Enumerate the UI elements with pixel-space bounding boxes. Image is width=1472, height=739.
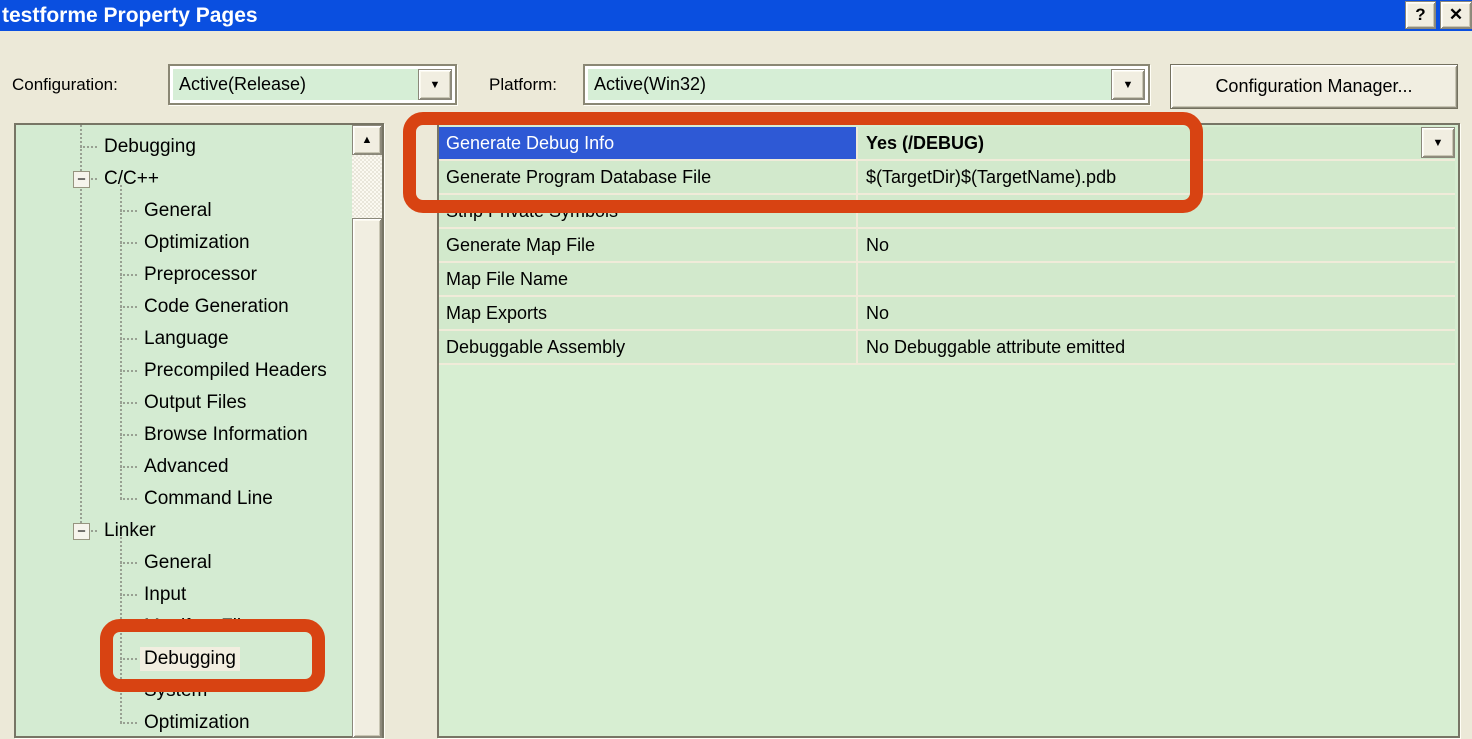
configuration-select[interactable]: Active(Release) ▼ <box>168 64 457 105</box>
tree-item-label: Manifest File <box>140 615 256 639</box>
configuration-label: Configuration: <box>12 64 118 105</box>
tree-item-label: Language <box>140 327 233 351</box>
collapse-icon[interactable]: − <box>73 523 90 540</box>
property-name[interactable]: Map File Name <box>439 263 858 295</box>
property-value[interactable] <box>858 263 1455 295</box>
tree-item-label: Precompiled Headers <box>140 359 331 383</box>
tree-item-label: Browse Information <box>140 423 312 447</box>
chevron-down-icon: ▼ <box>1123 79 1134 91</box>
property-value[interactable]: No <box>858 229 1455 261</box>
configuration-manager-button[interactable]: Configuration Manager... <box>1170 64 1458 109</box>
tree-item-precompiled-headers[interactable]: Precompiled Headers <box>16 355 350 387</box>
chevron-down-icon: ▼ <box>430 79 441 91</box>
property-name[interactable]: Generate Program Database File <box>439 161 858 193</box>
property-value[interactable]: Yes (/DEBUG) <box>858 127 1455 159</box>
tree-item-label: Linker <box>100 519 160 543</box>
tree-item-label: Command Line <box>140 487 277 511</box>
property-row-map-file-name[interactable]: Map File Name <box>439 263 1455 297</box>
property-value[interactable] <box>858 195 1455 227</box>
tree-item-advanced[interactable]: Advanced <box>16 451 350 483</box>
platform-select[interactable]: Active(Win32) ▼ <box>583 64 1150 105</box>
tree-item-optimization[interactable]: Optimization <box>16 707 350 739</box>
platform-label: Platform: <box>489 64 557 105</box>
property-name[interactable]: Debuggable Assembly <box>439 331 858 363</box>
property-name[interactable]: Generate Map File <box>439 229 858 261</box>
scroll-up-button[interactable]: ▲ <box>352 125 382 155</box>
category-tree: Debugging−C/C++GeneralOptimizationPrepro… <box>16 131 350 739</box>
tree-item-label: Debugging <box>140 647 240 671</box>
collapse-icon[interactable]: − <box>73 171 90 188</box>
tree-item-general[interactable]: General <box>16 195 350 227</box>
property-row-debuggable-assembly[interactable]: Debuggable AssemblyNo Debuggable attribu… <box>439 331 1455 365</box>
tree-item-label: Input <box>140 583 190 607</box>
close-button[interactable]: ✕ <box>1440 1 1472 29</box>
tree-item-linker[interactable]: −Linker <box>16 515 350 547</box>
tree-item-label: Code Generation <box>140 295 293 319</box>
tree-item-preprocessor[interactable]: Preprocessor <box>16 259 350 291</box>
tree-item-general[interactable]: General <box>16 547 350 579</box>
platform-value: Active(Win32) <box>588 69 1145 100</box>
tree-item-debugging[interactable]: Debugging <box>16 131 350 163</box>
window-title: testforme Property Pages <box>0 4 258 28</box>
property-row-generate-debug-info[interactable]: Generate Debug InfoYes (/DEBUG) <box>439 127 1455 161</box>
tree-scrollbar[interactable]: ▲ <box>352 125 382 738</box>
help-button[interactable]: ? <box>1405 1 1436 29</box>
property-value[interactable]: No Debuggable attribute emitted <box>858 331 1455 363</box>
tree-item-code-generation[interactable]: Code Generation <box>16 291 350 323</box>
tree-item-output-files[interactable]: Output Files <box>16 387 350 419</box>
configuration-value: Active(Release) <box>173 69 452 100</box>
chevron-down-icon: ▼ <box>1433 137 1444 149</box>
tree-item-system[interactable]: System <box>16 675 350 707</box>
tree-item-label: Optimization <box>140 231 254 255</box>
tree-item-language[interactable]: Language <box>16 323 350 355</box>
tree-item-label: Advanced <box>140 455 233 479</box>
property-row-generate-map-file[interactable]: Generate Map FileNo <box>439 229 1455 263</box>
tree-item-c-c-[interactable]: −C/C++ <box>16 163 350 195</box>
tree-item-label: System <box>140 679 211 703</box>
tree-item-label: Optimization <box>140 711 254 735</box>
tree-item-label: General <box>140 199 216 223</box>
property-row-generate-program-database-file[interactable]: Generate Program Database File$(TargetDi… <box>439 161 1455 195</box>
scrollbar-thumb[interactable] <box>352 218 382 738</box>
property-value-dropdown-button[interactable]: ▼ <box>1421 127 1455 158</box>
property-row-map-exports[interactable]: Map ExportsNo <box>439 297 1455 331</box>
help-icon: ? <box>1415 5 1425 25</box>
property-grid: Generate Debug InfoYes (/DEBUG)Generate … <box>439 127 1455 365</box>
tree-item-command-line[interactable]: Command Line <box>16 483 350 515</box>
property-row-strip-private-symbols[interactable]: Strip Private Symbols <box>439 195 1455 229</box>
property-value[interactable]: No <box>858 297 1455 329</box>
tree-item-label: C/C++ <box>100 167 163 191</box>
property-value[interactable]: $(TargetDir)$(TargetName).pdb <box>858 161 1455 193</box>
property-name[interactable]: Strip Private Symbols <box>439 195 858 227</box>
tree-item-label: Output Files <box>140 391 250 415</box>
property-name[interactable]: Generate Debug Info <box>439 127 858 159</box>
title-bar: testforme Property Pages <box>0 0 1472 31</box>
tree-item-input[interactable]: Input <box>16 579 350 611</box>
tree-item-manifest-file[interactable]: Manifest File <box>16 611 350 643</box>
tree-item-label: Preprocessor <box>140 263 261 287</box>
tree-item-browse-information[interactable]: Browse Information <box>16 419 350 451</box>
tree-item-label: General <box>140 551 216 575</box>
tree-item-debugging[interactable]: Debugging <box>16 643 350 675</box>
triangle-up-icon: ▲ <box>362 134 373 146</box>
tree-item-optimization[interactable]: Optimization <box>16 227 350 259</box>
platform-dropdown-button[interactable]: ▼ <box>1111 69 1145 100</box>
tree-item-label: Debugging <box>100 135 200 159</box>
close-icon: ✕ <box>1449 5 1463 25</box>
configuration-dropdown-button[interactable]: ▼ <box>418 69 452 100</box>
property-name[interactable]: Map Exports <box>439 297 858 329</box>
